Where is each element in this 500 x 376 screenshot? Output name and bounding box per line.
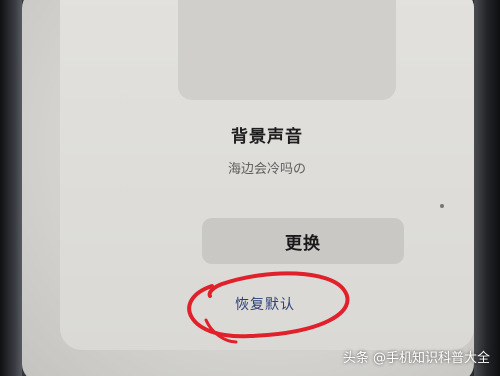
photo-frame: 背景声音 海边会冷吗の 更换 恢复默认 头条 @手机知识科普大全 (0, 0, 500, 376)
phone-bezel-right (474, 0, 500, 376)
sound-cover-image (178, 0, 396, 100)
phone-bezel-left (0, 0, 22, 376)
watermark: 头条 @手机知识科普大全 (342, 351, 490, 366)
phone-screen: 背景声音 海边会冷吗の 更换 (22, 0, 474, 376)
reset-default-button[interactable]: 恢复默认 (210, 294, 320, 314)
change-button[interactable]: 更换 (202, 218, 404, 264)
sound-name: 海边会冷吗の (227, 162, 306, 177)
sheet-title: 背景声音 (231, 127, 303, 147)
dust-spot (440, 204, 444, 208)
